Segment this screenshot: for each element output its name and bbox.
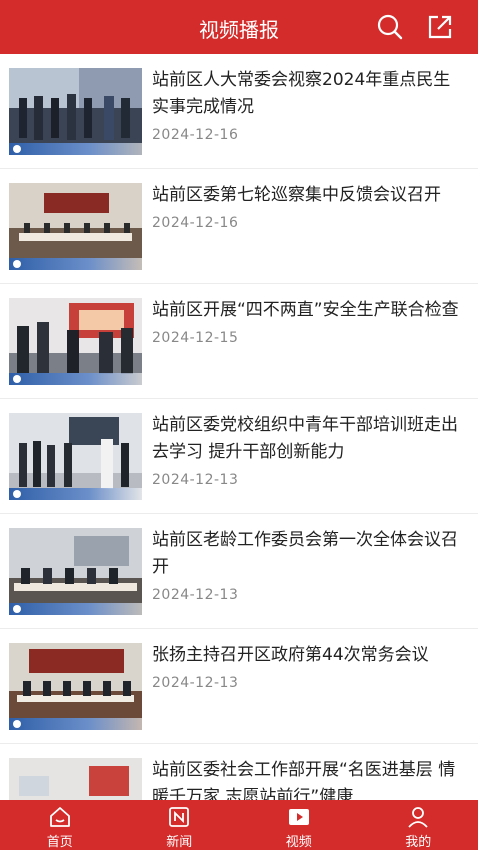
home-icon [49, 807, 70, 827]
news-title: 站前区委社会工作部开展“名医进基层 情暖千万家 志愿站前行”健康 [152, 760, 456, 800]
video-thumbnail [9, 68, 142, 155]
news-title: 站前区委第七轮巡察集中反馈会议召开 [152, 185, 441, 205]
share-button[interactable] [424, 11, 456, 43]
tab-mine-label: 我的 [405, 835, 432, 850]
video-news-list[interactable]: 站前区人大常委会视察2024年重点民生实事完成情况 2024-12-16 站前区… [0, 54, 478, 800]
news-icon [169, 807, 190, 827]
news-title: 站前区委党校组织中青年干部培训班走出去学习 提升干部创新能力 [152, 415, 458, 462]
tab-video[interactable]: 视频 [239, 800, 359, 850]
news-title: 站前区开展“四不两直”安全生产联合检查 [152, 300, 459, 320]
video-thumbnail [9, 298, 142, 385]
news-title: 站前区人大常委会视察2024年重点民生实事完成情况 [152, 70, 451, 117]
list-item[interactable]: 站前区委社会工作部开展“名医进基层 情暖千万家 志愿站前行”健康 [0, 744, 478, 800]
news-date: 2024-12-13 [152, 587, 239, 603]
list-item[interactable]: 站前区委第七轮巡察集中反馈会议召开 2024-12-16 [0, 169, 478, 284]
share-icon [428, 15, 452, 39]
bottom-tab-bar: 首页 新闻 视频 我的 [0, 800, 478, 850]
news-date: 2024-12-13 [152, 675, 239, 691]
list-item[interactable]: 站前区委党校组织中青年干部培训班走出去学习 提升干部创新能力 2024-12-1… [0, 399, 478, 514]
tab-home-label: 首页 [46, 835, 73, 850]
video-thumbnail [9, 643, 142, 730]
news-date: 2024-12-15 [152, 330, 239, 346]
news-date: 2024-12-16 [152, 215, 239, 231]
list-item[interactable]: 站前区开展“四不两直”安全生产联合检查 2024-12-15 [0, 284, 478, 399]
page-title: 视频播报 [199, 18, 279, 42]
tab-mine[interactable]: 我的 [359, 800, 478, 850]
tab-news[interactable]: 新闻 [120, 800, 240, 850]
news-title: 张扬主持召开区政府第44次常务会议 [152, 645, 429, 665]
news-date: 2024-12-16 [152, 127, 239, 143]
tab-video-label: 视频 [285, 835, 312, 850]
search-icon [377, 14, 403, 40]
video-thumbnail [9, 413, 142, 500]
video-icon [288, 809, 309, 825]
list-item[interactable]: 站前区老龄工作委员会第一次全体会议召开 2024-12-13 [0, 514, 478, 629]
app-header: 视频播报 [0, 0, 478, 54]
video-thumbnail [9, 183, 142, 270]
video-thumbnail [9, 758, 142, 800]
list-item[interactable]: 张扬主持召开区政府第44次常务会议 2024-12-13 [0, 629, 478, 744]
user-icon [408, 807, 428, 828]
tab-news-label: 新闻 [166, 835, 193, 850]
news-date: 2024-12-13 [152, 472, 239, 488]
list-item[interactable]: 站前区人大常委会视察2024年重点民生实事完成情况 2024-12-16 [0, 54, 478, 169]
tab-home[interactable]: 首页 [0, 800, 120, 850]
news-title: 站前区老龄工作委员会第一次全体会议召开 [152, 530, 458, 577]
video-thumbnail [9, 528, 142, 615]
search-button[interactable] [374, 11, 406, 43]
